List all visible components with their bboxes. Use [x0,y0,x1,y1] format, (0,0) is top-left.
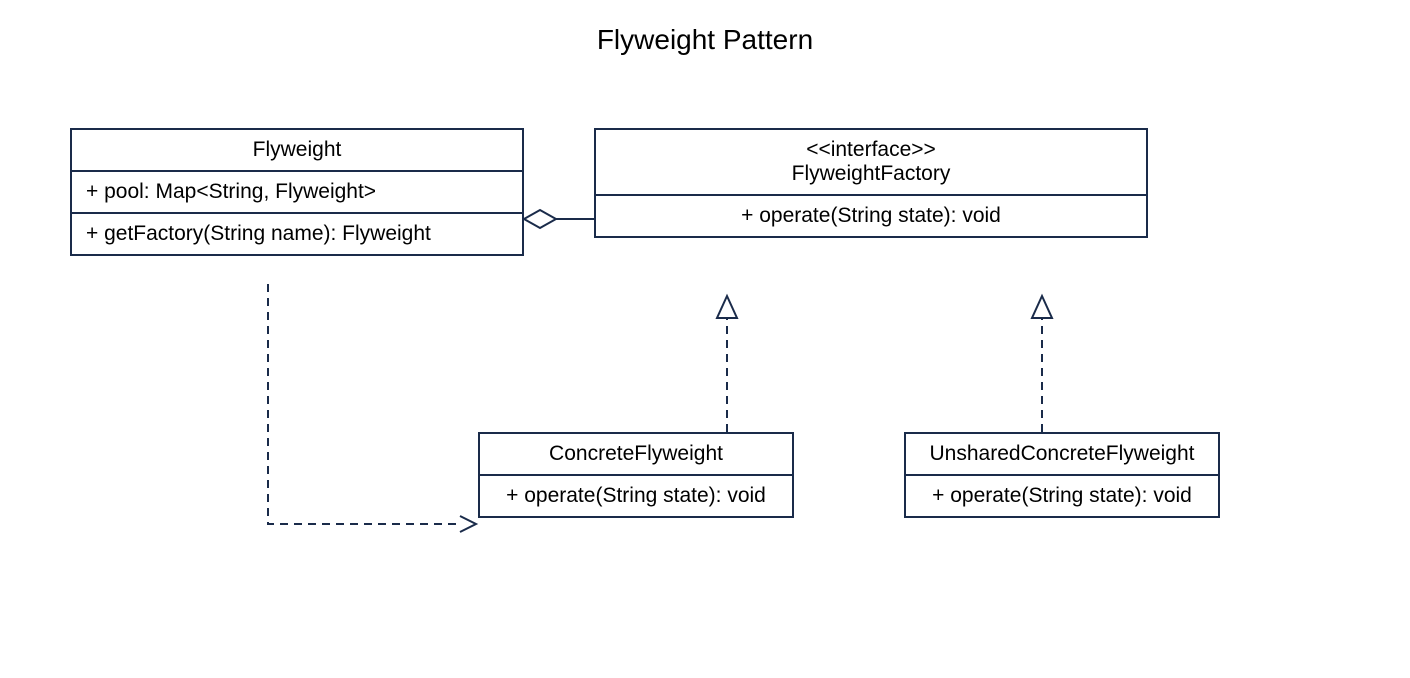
class-unshared-concrete-flyweight-operation: + operate(String state): void [906,476,1218,516]
interface-stereotype: <<interface>> [610,138,1132,162]
class-flyweight-operation: + getFactory(String name): Flyweight [72,214,522,254]
interface-flyweight-factory-header: <<interface>> FlyweightFactory [596,130,1146,196]
interface-flyweight-factory: <<interface>> FlyweightFactory + operate… [594,128,1148,238]
class-unshared-concrete-flyweight: UnsharedConcreteFlyweight + operate(Stri… [904,432,1220,518]
class-concrete-flyweight-operation: + operate(String state): void [480,476,792,516]
interface-flyweight-factory-operation: + operate(String state): void [596,196,1146,236]
class-flyweight-attribute: + pool: Map<String, Flyweight> [72,172,522,214]
interface-name: FlyweightFactory [610,162,1132,186]
aggregation-flyweight-to-factory [0,0,1410,678]
realization-unshared-to-factory [0,0,1410,678]
class-flyweight: Flyweight + pool: Map<String, Flyweight>… [70,128,524,256]
diagram-title: Flyweight Pattern [0,24,1410,56]
class-unshared-concrete-flyweight-name: UnsharedConcreteFlyweight [906,434,1218,476]
realization-concrete-to-factory [0,0,1410,678]
class-flyweight-name: Flyweight [72,130,522,172]
dependency-flyweight-to-concrete [0,0,1410,678]
class-concrete-flyweight-name: ConcreteFlyweight [480,434,792,476]
class-concrete-flyweight: ConcreteFlyweight + operate(String state… [478,432,794,518]
